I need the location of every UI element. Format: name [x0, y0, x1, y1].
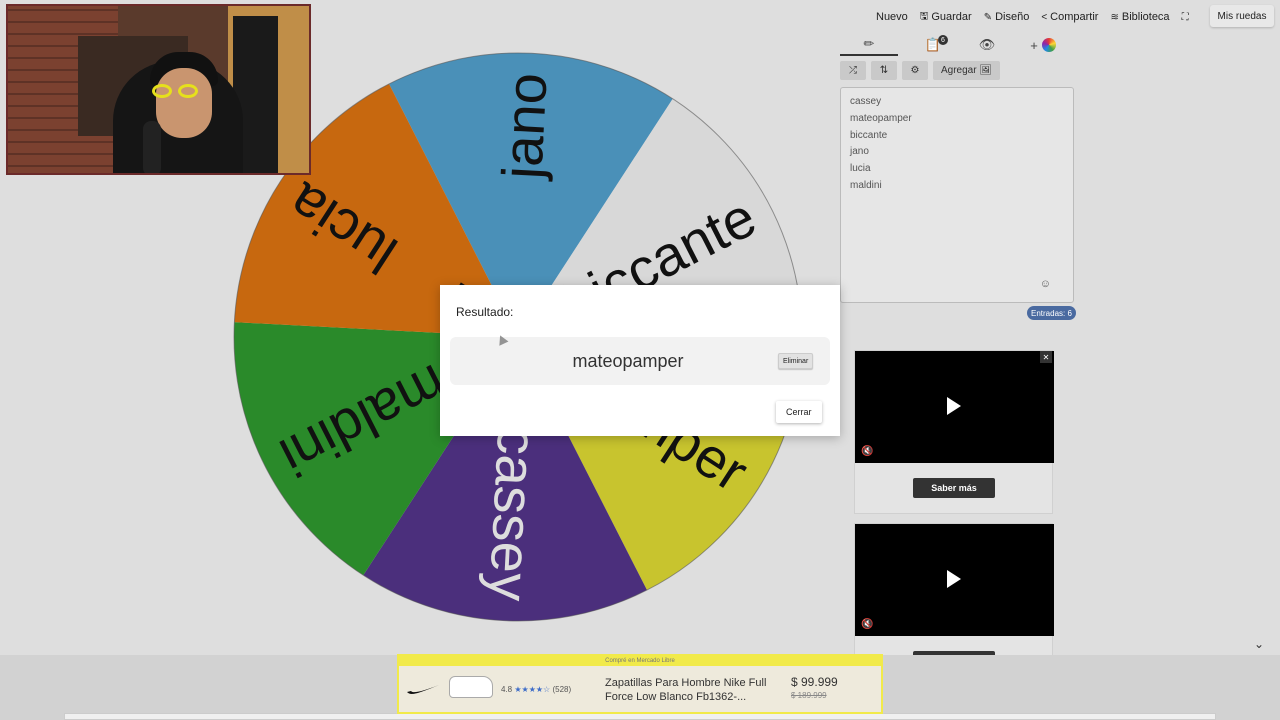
play-icon[interactable]: [947, 397, 961, 415]
compartir-label: Compartir: [1050, 11, 1099, 23]
image-icon: 🖼: [979, 65, 993, 76]
mute-icon[interactable]: 🔇: [861, 446, 873, 457]
sort-button[interactable]: ⇅: [871, 61, 897, 80]
diseno-button[interactable]: ✎ Diseño: [984, 11, 1030, 23]
emoji-icon[interactable]: ☺: [1040, 276, 1051, 293]
nuevo-button[interactable]: Nuevo: [876, 11, 908, 23]
close-icon[interactable]: ✕: [1040, 351, 1052, 363]
save-icon: 🖫: [919, 10, 929, 22]
plus-icon: +: [1030, 37, 1038, 53]
color-wheel-icon: [1041, 38, 1056, 52]
entry-line: biccante: [850, 129, 888, 141]
sort-icon: ⇅: [879, 65, 889, 76]
fullscreen-icon: ⛶: [1181, 11, 1189, 23]
page: jano biccante mateopamper cassey maldini luci…: [0, 0, 1280, 720]
guardar-button[interactable]: 🖫 Guardar: [920, 9, 972, 26]
entry-line: lucia: [850, 163, 871, 175]
nuevo-label: Nuevo: [876, 11, 908, 23]
nike-logo-icon: [407, 685, 439, 694]
product-title: Zapatillas Para Hombre Nike Full Force L…: [605, 677, 767, 703]
entries-count-badge: Entradas: 6: [1027, 306, 1076, 320]
entry-line: cassey: [850, 96, 882, 107]
top-menu: Nuevo 🖫 Guardar ✎ Diseño < Compartir ≋ Bibli…: [876, 8, 1189, 26]
chevron-down-icon[interactable]: ⌄: [1254, 637, 1264, 651]
dialog-title: Resultado:: [456, 305, 514, 319]
wheel-slice-label: jano: [490, 71, 559, 182]
tab-add-wheel[interactable]: +: [1014, 34, 1072, 56]
entry-line: maldini: [850, 179, 882, 191]
play-icon[interactable]: [947, 570, 961, 588]
entry-line: mateopamper: [850, 112, 912, 124]
biblioteca-label: Biblioteca: [1121, 11, 1170, 23]
shoe-image: [449, 676, 493, 698]
guardar-label: Guardar: [931, 11, 972, 23]
mute-icon[interactable]: 🔇: [861, 619, 873, 630]
tab-results[interactable]: 📋 6: [904, 34, 962, 56]
review-count: (528): [552, 685, 572, 694]
entries-textarea[interactable]: cassey mateopamper biccante jano lucia m…: [840, 87, 1074, 303]
share-icon: <: [1041, 11, 1048, 23]
saber-mas-button[interactable]: Saber más: [913, 478, 995, 498]
mis-ruedas-button[interactable]: Mis ruedas: [1210, 5, 1274, 27]
webcam-overlay: [6, 4, 311, 175]
gear-icon: ⚙: [910, 65, 920, 76]
eye-off-icon: 👁: [978, 37, 996, 52]
entry-line: jano: [850, 146, 869, 158]
pencil-icon: ✏: [863, 36, 875, 51]
rating-value: 4.8: [501, 685, 513, 694]
ad-video[interactable]: 🔇: [855, 524, 1054, 636]
brush-icon: ✎: [983, 11, 993, 23]
winner-name: mateopamper: [572, 350, 684, 371]
product-rating: 4.8 ★★★★☆ (528): [501, 685, 571, 694]
eliminar-button[interactable]: Eliminar: [778, 353, 814, 369]
biblioteca-button[interactable]: ≋ Biblioteca: [1110, 11, 1169, 23]
compartir-button[interactable]: < Compartir: [1041, 11, 1098, 23]
tab-hide[interactable]: 👁: [958, 34, 1016, 56]
agregar-button[interactable]: Agregar 🖼: [933, 61, 1001, 80]
layers-icon: ≋: [1110, 11, 1119, 23]
tab-edit[interactable]: ✏: [840, 34, 898, 56]
wheel-slice-label: cassey: [477, 425, 549, 602]
stars-icon: ★★★★☆: [514, 685, 551, 694]
settings-button[interactable]: ⚙: [902, 61, 928, 80]
product-old-price: $ 189.999: [791, 691, 827, 700]
shuffle-button[interactable]: ⤮: [840, 61, 866, 80]
diseno-label: Diseño: [995, 11, 1030, 23]
shuffle-icon: ⤮: [849, 65, 857, 76]
ad-strip: Compré en Mercado Libre: [399, 656, 881, 666]
result-box: mateopamper Eliminar: [450, 337, 830, 385]
results-badge: 6: [938, 35, 948, 45]
agregar-label: Agregar: [941, 65, 977, 76]
fullscreen-button[interactable]: ⛶: [1182, 12, 1189, 23]
product-price: $ 99.999: [791, 675, 838, 689]
product-ad-banner[interactable]: Compré en Mercado Libre 4.8 ★★★★☆ (528) …: [397, 654, 883, 714]
editor-tabs: ✏ 📋 6 👁 +: [840, 34, 1072, 56]
result-dialog: Resultado: mateopamper Eliminar Cerrar: [440, 285, 840, 436]
bottom-line: [64, 713, 1216, 720]
video-ad-1: 🔇 ✕ Saber más: [854, 350, 1054, 514]
entries-toolbar: ⤮ ⇅ ⚙ Agregar 🖼: [840, 61, 1001, 80]
cerrar-button[interactable]: Cerrar: [776, 401, 822, 423]
ad-video[interactable]: 🔇: [855, 351, 1054, 463]
